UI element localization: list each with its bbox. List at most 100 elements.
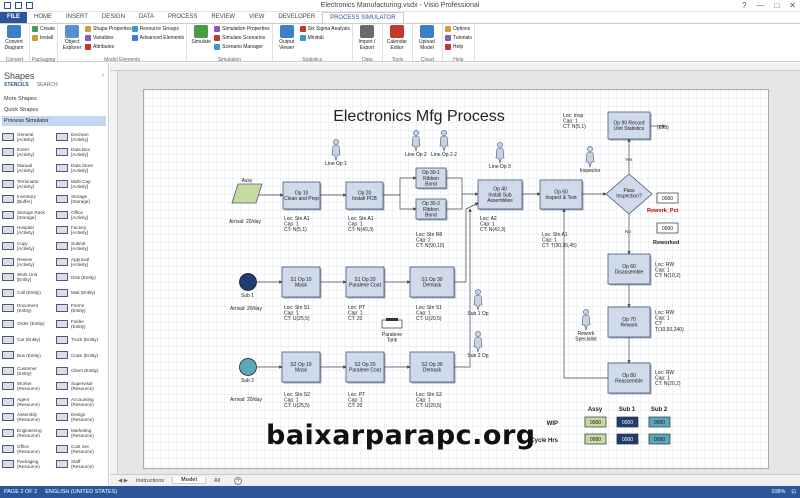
zoom-level[interactable]: 108% bbox=[771, 489, 785, 495]
simulation-properties-button[interactable]: Simulation Properties bbox=[214, 25, 270, 33]
options-button[interactable]: Options bbox=[444, 25, 472, 33]
sub2-entity[interactable] bbox=[239, 358, 257, 376]
minimize-button[interactable]: — bbox=[756, 1, 764, 10]
stencil-item-event[interactable]: Event [Activity] bbox=[2, 145, 54, 161]
advanced-elements-button[interactable]: Advanced Elements bbox=[131, 34, 184, 42]
stencil-item-copy[interactable]: Copy [Activity] bbox=[2, 238, 54, 254]
stencil-item-worker[interactable]: Worker (Resource) bbox=[2, 379, 54, 395]
quick-shapes-item[interactable]: Quick Shapes bbox=[0, 102, 108, 113]
stencil-item-staff[interactable]: Staff (Resource) bbox=[56, 456, 108, 472]
stencil-item-client-entity[interactable]: Client (Entity) bbox=[56, 363, 108, 379]
stencil-item-submit[interactable]: Submit [Activity] bbox=[56, 238, 108, 254]
shape-properties-button[interactable]: Shape Properties bbox=[85, 25, 132, 33]
stencil-item-work-unit[interactable]: Work Unit [Entity] bbox=[2, 269, 54, 285]
install-button[interactable]: Install bbox=[32, 34, 55, 42]
sub1-entity[interactable] bbox=[239, 273, 257, 291]
stencil-item-multi-cap[interactable]: Multi-Cap [Activity] bbox=[56, 176, 108, 192]
stencil-item-marketing[interactable]: Marketing (Resource) bbox=[56, 425, 108, 441]
stencils-tab[interactable]: STENCILS bbox=[4, 82, 29, 88]
page-nav-icon[interactable]: ◀ ▶ bbox=[110, 478, 128, 484]
stencil-item-manual[interactable]: Manual [Activity] bbox=[2, 160, 54, 176]
minitab-button[interactable]: Minitab bbox=[299, 34, 350, 42]
close-button[interactable]: ✕ bbox=[789, 1, 796, 10]
help-icon[interactable]: ? bbox=[742, 1, 746, 10]
stencil-item-design[interactable]: Design (Resource) bbox=[56, 410, 108, 426]
stencil-item-factory[interactable]: Factory [Activity] bbox=[56, 223, 108, 239]
stencil-item-decision[interactable]: Decision [Activity] bbox=[56, 129, 108, 145]
scenario-manager-button[interactable]: Scenario Manager bbox=[214, 43, 270, 51]
stencil-item-office[interactable]: Office (Resource) bbox=[2, 441, 54, 457]
stencil-item-assembly[interactable]: Assembly (Resource) bbox=[2, 410, 54, 426]
stencil-item-call-entity[interactable]: Call (Entity) bbox=[2, 285, 54, 301]
output-viewer-button[interactable]: Output Viewer bbox=[275, 25, 299, 51]
stencil-item-folder[interactable]: Folder (Entity) bbox=[56, 316, 108, 332]
maximize-button[interactable]: □ bbox=[774, 1, 779, 10]
drawing-canvas[interactable]: Electronics Mfg Process Assy Arrival: 20/d… bbox=[110, 63, 800, 474]
stencil-item-accounting[interactable]: Accounting (Resource) bbox=[56, 394, 108, 410]
attributes-button[interactable]: Attributes bbox=[85, 43, 132, 51]
stencil-item-label: Storage [Storage] bbox=[71, 194, 90, 204]
tab-design[interactable]: DESIGN bbox=[95, 12, 132, 23]
stencil-item-forms[interactable]: Forms (Entity) bbox=[56, 301, 108, 317]
collapse-panel-icon[interactable]: ‹ bbox=[102, 73, 104, 79]
stencil-item-mail-entity[interactable]: Mail (Entity) bbox=[56, 285, 108, 301]
stencil-item-terminator[interactable]: Terminator [Activity] bbox=[2, 176, 54, 192]
tab-view[interactable]: VIEW bbox=[242, 12, 271, 23]
stencil-item-general[interactable]: General [Activity] bbox=[2, 129, 54, 145]
page-tab-all[interactable]: All bbox=[206, 478, 228, 484]
tab-data[interactable]: DATA bbox=[132, 12, 161, 23]
fit-page-icon[interactable]: ⊡ bbox=[791, 489, 796, 495]
simulate-button[interactable]: Simulate bbox=[189, 25, 213, 45]
variables-button[interactable]: Variables bbox=[85, 34, 132, 42]
stencil-item-supervisor[interactable]: Supervisor (Resource) bbox=[56, 379, 108, 395]
resource-groups-button[interactable]: Resource Groups bbox=[131, 25, 184, 33]
tab-home[interactable]: HOME bbox=[27, 12, 59, 23]
more-shapes-menu[interactable]: More Shapes bbox=[0, 89, 108, 102]
page-indicator[interactable]: PAGE 2 OF 2 bbox=[4, 489, 37, 495]
tab-review[interactable]: REVIEW bbox=[204, 12, 242, 23]
page-tab-instructions[interactable]: Instructions bbox=[128, 478, 172, 484]
stencil-item-document[interactable]: Document (Entity) bbox=[2, 301, 54, 317]
stencil-item-car-entity[interactable]: Car (Entity) bbox=[2, 332, 54, 348]
tab-file[interactable]: FILE bbox=[0, 12, 27, 23]
stencil-item-cust-svc[interactable]: Cust Svc (Resource) bbox=[56, 441, 108, 457]
create-button[interactable]: Create bbox=[32, 25, 55, 33]
stencil-item-data-store[interactable]: Data Store [Activity] bbox=[56, 160, 108, 176]
process-diagram[interactable]: Electronics Mfg Process Assy Arrival: 20/d… bbox=[110, 63, 800, 474]
stencil-item-storage-rack[interactable]: Storage Rack [Storage] bbox=[2, 207, 54, 223]
tutorials-button[interactable]: Tutorials bbox=[444, 34, 472, 42]
stencil-item-engineering[interactable]: Engineering (Resource) bbox=[2, 425, 54, 441]
stencil-item-office[interactable]: Office [Activity] bbox=[56, 207, 108, 223]
stencil-item-hospital[interactable]: Hospital [Activity] bbox=[2, 223, 54, 239]
search-tab[interactable]: SEARCH bbox=[37, 82, 58, 88]
stencil-item-order-entity[interactable]: Order (Entity) bbox=[2, 316, 54, 332]
tab-process-simulator[interactable]: PROCESS SIMULATOR bbox=[322, 12, 404, 23]
stencil-item-storage[interactable]: Storage [Storage] bbox=[56, 191, 108, 207]
upload-model-button[interactable]: Upload Model bbox=[415, 25, 439, 51]
stencil-item-truck-entity[interactable]: Truck (Entity) bbox=[56, 332, 108, 348]
six-sigma-analysis-button[interactable]: Six Sigma Analysis bbox=[299, 25, 350, 33]
simulate-scenarios-button[interactable]: Simulate Scenarios bbox=[214, 34, 270, 42]
assy-entity[interactable] bbox=[231, 183, 263, 204]
active-stencil-header[interactable]: Process Simulator bbox=[2, 116, 106, 126]
stencil-item-inventory[interactable]: Inventory [Buffer] bbox=[2, 191, 54, 207]
calendar-editor-button[interactable]: Calendar Editor bbox=[385, 25, 409, 51]
add-page-icon[interactable]: + bbox=[234, 476, 243, 485]
tab-developer[interactable]: DEVELOPER bbox=[271, 12, 322, 23]
stencil-item-customer[interactable]: Customer (Entity) bbox=[2, 363, 54, 379]
stencil-item-review[interactable]: Review [Activity] bbox=[2, 254, 54, 270]
object-explorer-button[interactable]: Object Explorer bbox=[60, 25, 84, 51]
stencil-item-packaging[interactable]: Packaging (Resource) bbox=[2, 456, 54, 472]
help-button[interactable]: Help bbox=[444, 43, 472, 51]
tab-insert[interactable]: INSERT bbox=[59, 12, 95, 23]
convert-diagram-button[interactable]: Convert Diagram bbox=[2, 25, 26, 51]
stencil-item-crate-entity[interactable]: Crate (Entity) bbox=[56, 347, 108, 363]
page-tab-model[interactable]: Model bbox=[172, 477, 207, 484]
stencil-item-approval[interactable]: Approval [Activity] bbox=[56, 254, 108, 270]
stencil-item-box-entity[interactable]: Box (Entity) bbox=[2, 347, 54, 363]
stencil-item-agent[interactable]: Agent (Resource) bbox=[2, 394, 54, 410]
tab-process[interactable]: PROCESS bbox=[161, 12, 204, 23]
import-export-button[interactable]: Import / Export bbox=[355, 25, 379, 51]
stencil-item-data-box[interactable]: Data Box [Activity] bbox=[56, 145, 108, 161]
stencil-item-disk-entity[interactable]: Disk (Entity) bbox=[56, 269, 108, 285]
